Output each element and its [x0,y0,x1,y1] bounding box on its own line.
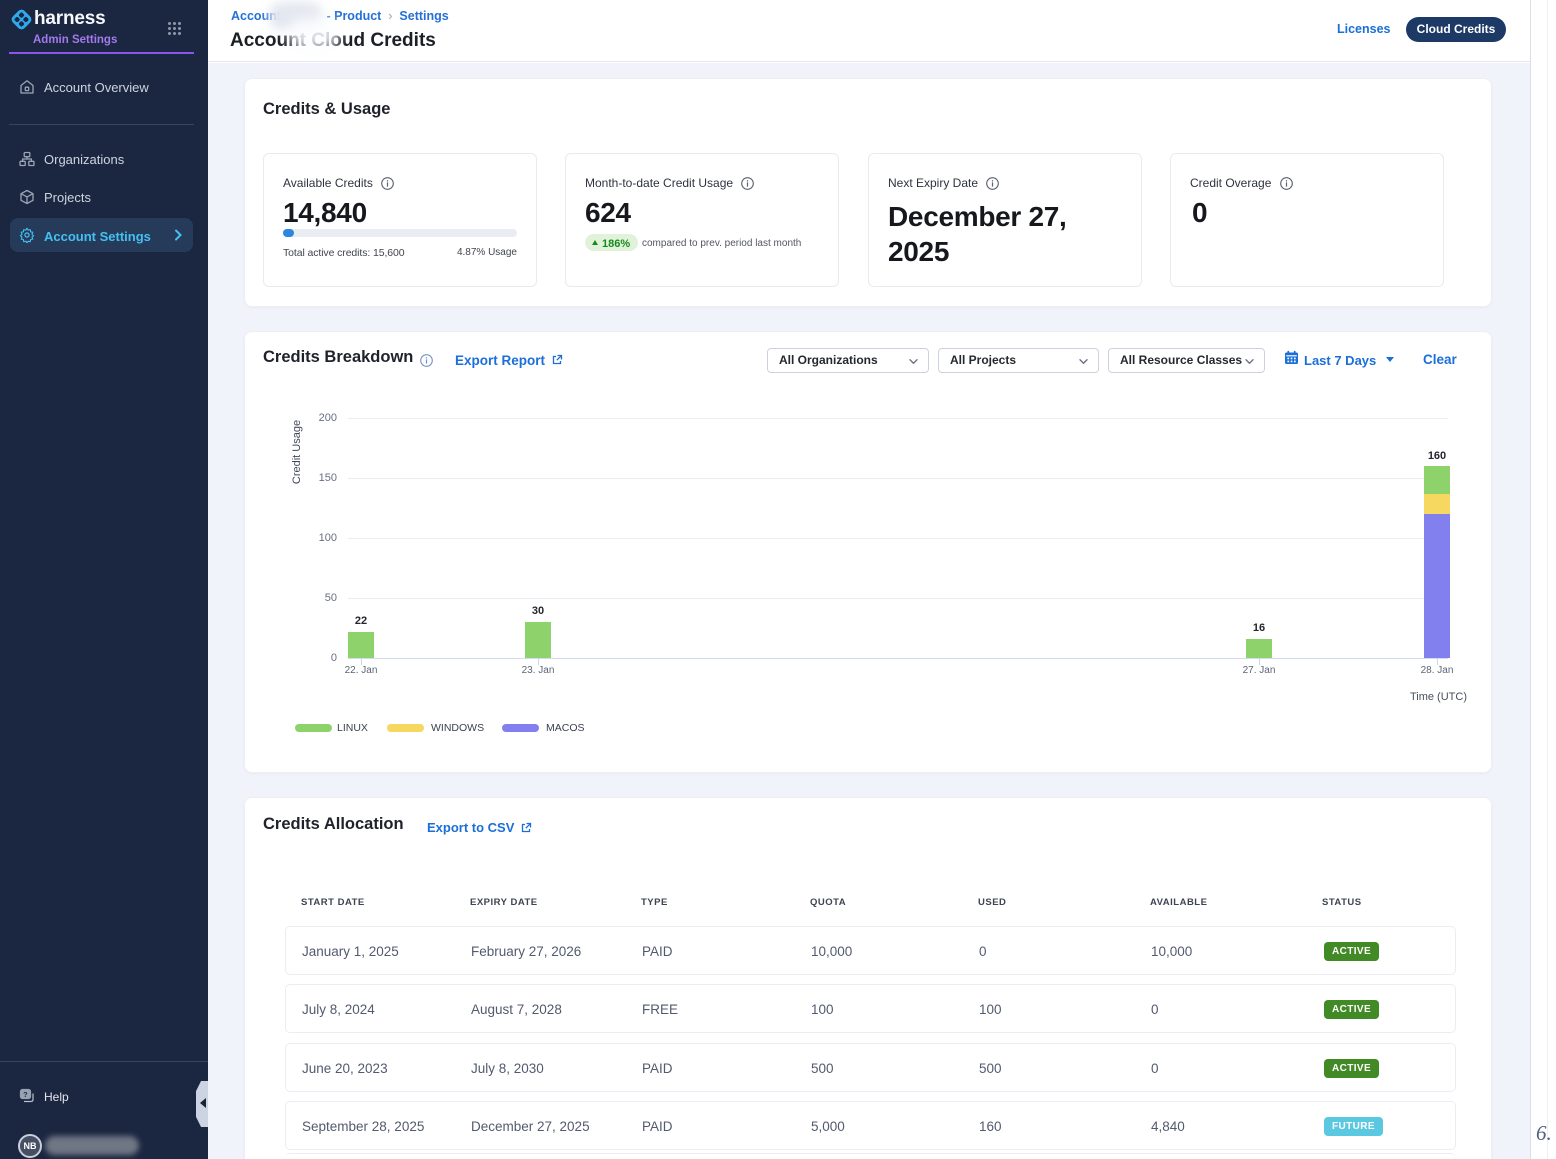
svg-text:?: ? [23,1092,27,1099]
